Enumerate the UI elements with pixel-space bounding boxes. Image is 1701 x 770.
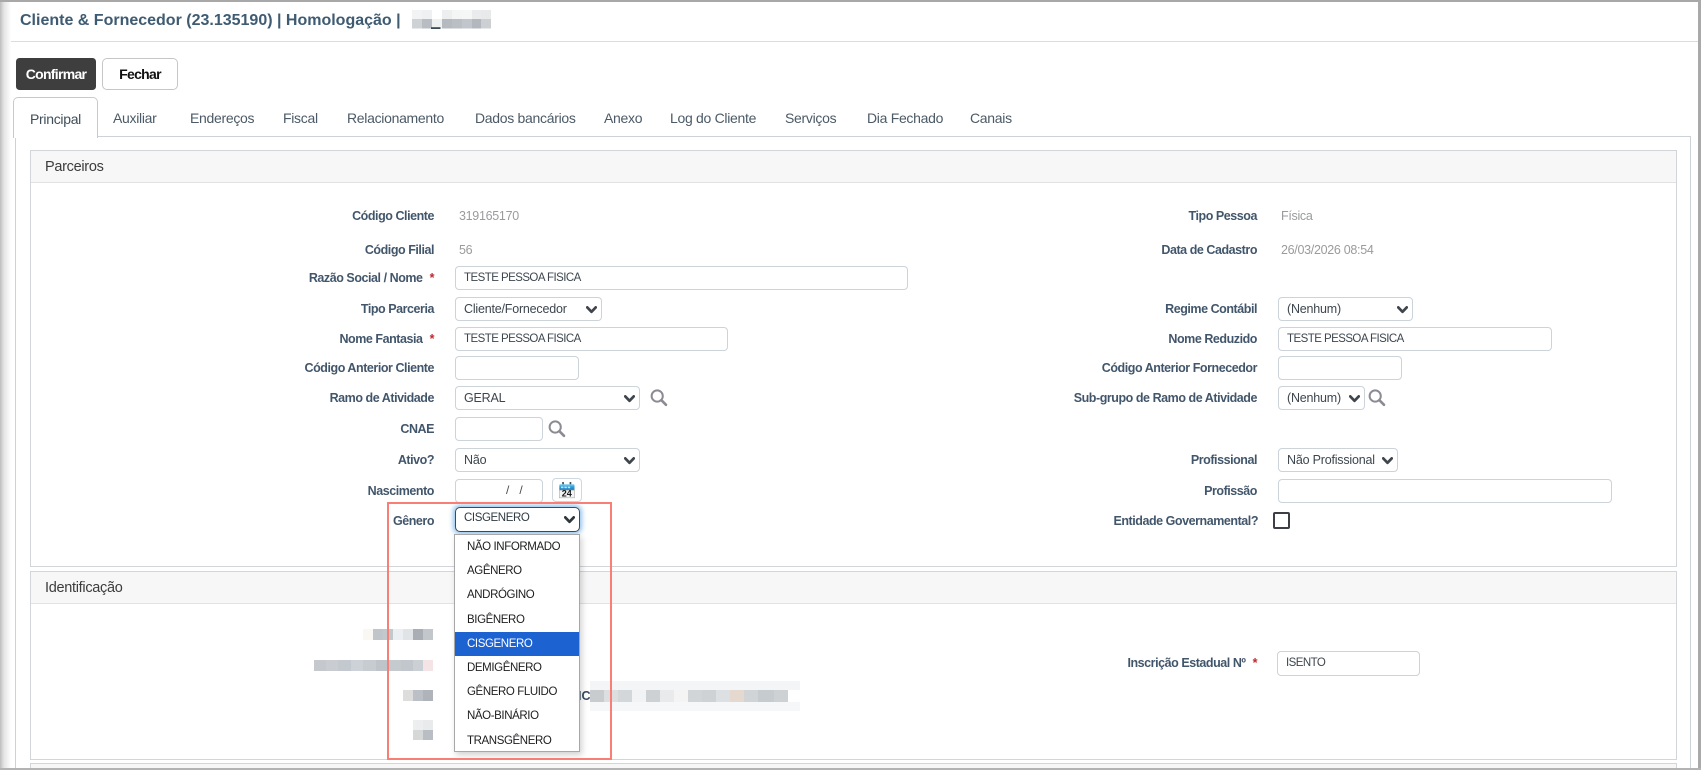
svg-text:24: 24 xyxy=(562,489,572,499)
